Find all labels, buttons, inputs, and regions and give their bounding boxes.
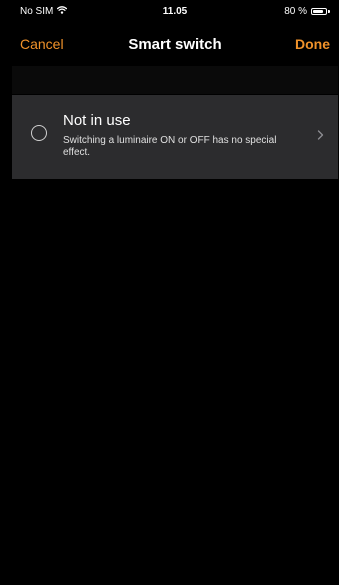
status-right: 80 % [284, 6, 330, 17]
status-bar: No SIM 11.05 80 % [12, 0, 338, 24]
option-description: Switching a luminaire ON or OFF has no s… [63, 135, 277, 158]
option-title: Not in use [63, 112, 131, 129]
screen: No SIM 11.05 80 % Cancel Smart switch Do… [12, 0, 338, 585]
radio-button[interactable] [31, 125, 47, 141]
section-header-band [12, 66, 338, 94]
navigation-bar: Cancel Smart switch Done [12, 28, 338, 60]
page-title: Smart switch [128, 36, 222, 53]
battery-percent: 80 % [284, 6, 307, 17]
chevron-right-icon [317, 127, 324, 140]
option-row-not-in-use[interactable]: Not in use Switching a luminaire ON or O… [12, 95, 338, 179]
done-button[interactable]: Done [295, 36, 330, 52]
battery-tip [328, 10, 330, 13]
battery-fill [313, 10, 323, 13]
battery-icon [311, 8, 327, 15]
